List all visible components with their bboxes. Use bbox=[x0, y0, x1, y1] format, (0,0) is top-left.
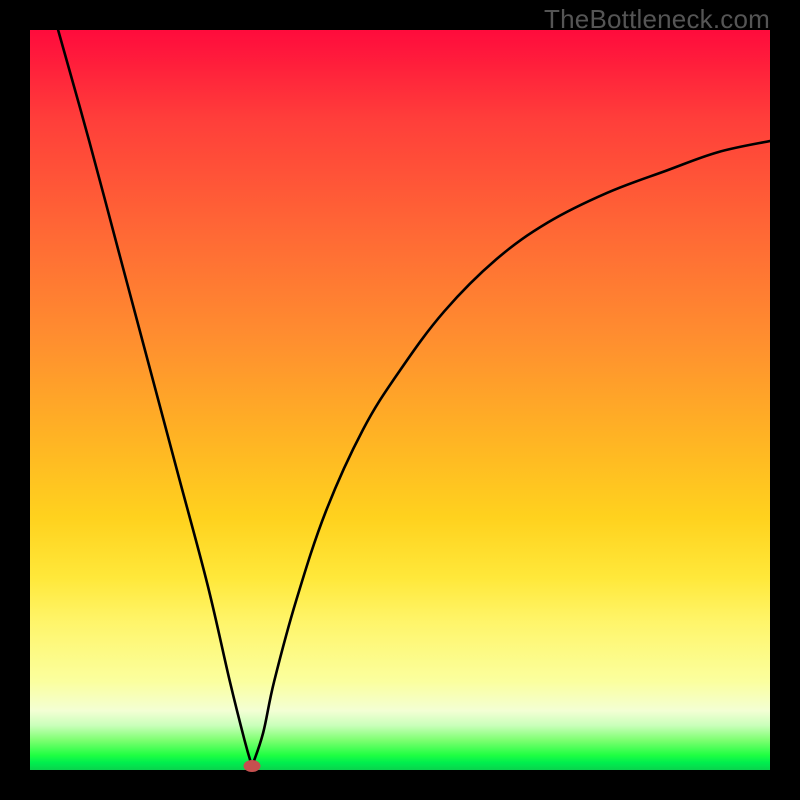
minimum-marker bbox=[244, 760, 261, 772]
chart-frame: TheBottleneck.com bbox=[0, 0, 800, 800]
curve-svg bbox=[30, 30, 770, 770]
bottleneck-curve bbox=[58, 30, 770, 766]
plot-area bbox=[30, 30, 770, 770]
